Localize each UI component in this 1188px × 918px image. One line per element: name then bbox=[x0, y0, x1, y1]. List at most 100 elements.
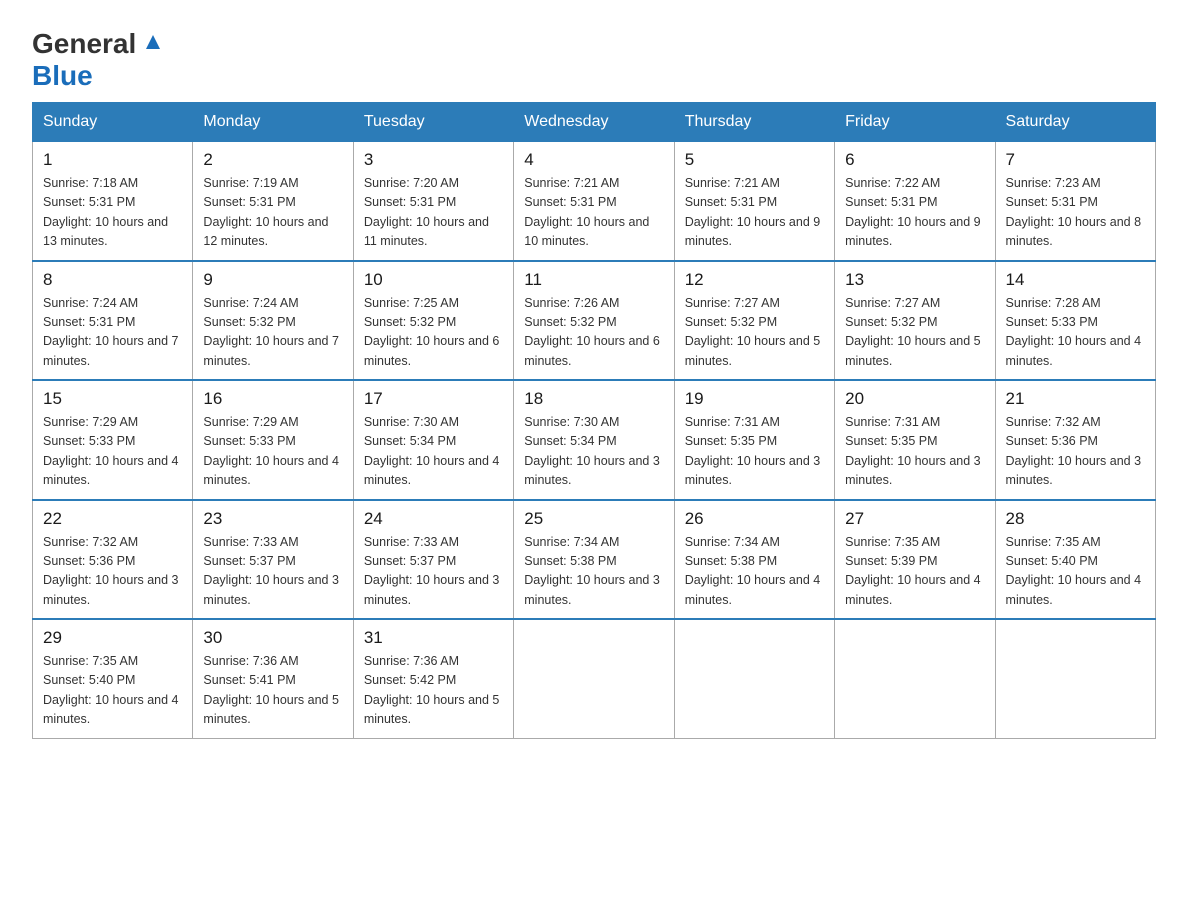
col-header-tuesday: Tuesday bbox=[353, 103, 513, 142]
day-number: 7 bbox=[1006, 150, 1145, 170]
calendar-table: SundayMondayTuesdayWednesdayThursdayFrid… bbox=[32, 102, 1156, 739]
day-number: 24 bbox=[364, 509, 503, 529]
day-info: Sunrise: 7:24 AM Sunset: 5:32 PM Dayligh… bbox=[203, 294, 342, 372]
week-row-4: 22 Sunrise: 7:32 AM Sunset: 5:36 PM Dayl… bbox=[33, 500, 1156, 620]
day-info: Sunrise: 7:18 AM Sunset: 5:31 PM Dayligh… bbox=[43, 174, 182, 252]
day-info: Sunrise: 7:29 AM Sunset: 5:33 PM Dayligh… bbox=[43, 413, 182, 491]
col-header-saturday: Saturday bbox=[995, 103, 1155, 142]
day-info: Sunrise: 7:19 AM Sunset: 5:31 PM Dayligh… bbox=[203, 174, 342, 252]
day-cell: 8 Sunrise: 7:24 AM Sunset: 5:31 PM Dayli… bbox=[33, 261, 193, 381]
day-number: 16 bbox=[203, 389, 342, 409]
day-info: Sunrise: 7:29 AM Sunset: 5:33 PM Dayligh… bbox=[203, 413, 342, 491]
day-number: 18 bbox=[524, 389, 663, 409]
day-cell: 27 Sunrise: 7:35 AM Sunset: 5:39 PM Dayl… bbox=[835, 500, 995, 620]
day-cell: 19 Sunrise: 7:31 AM Sunset: 5:35 PM Dayl… bbox=[674, 380, 834, 500]
logo-blue: Blue bbox=[32, 60, 93, 91]
day-cell bbox=[835, 619, 995, 738]
day-info: Sunrise: 7:30 AM Sunset: 5:34 PM Dayligh… bbox=[524, 413, 663, 491]
day-number: 5 bbox=[685, 150, 824, 170]
day-number: 26 bbox=[685, 509, 824, 529]
logo-general: General bbox=[32, 28, 136, 60]
week-row-2: 8 Sunrise: 7:24 AM Sunset: 5:31 PM Dayli… bbox=[33, 261, 1156, 381]
logo: General Blue bbox=[32, 24, 164, 92]
day-info: Sunrise: 7:32 AM Sunset: 5:36 PM Dayligh… bbox=[1006, 413, 1145, 491]
day-cell: 14 Sunrise: 7:28 AM Sunset: 5:33 PM Dayl… bbox=[995, 261, 1155, 381]
day-number: 25 bbox=[524, 509, 663, 529]
day-info: Sunrise: 7:35 AM Sunset: 5:40 PM Dayligh… bbox=[1006, 533, 1145, 611]
day-number: 14 bbox=[1006, 270, 1145, 290]
day-cell: 16 Sunrise: 7:29 AM Sunset: 5:33 PM Dayl… bbox=[193, 380, 353, 500]
day-info: Sunrise: 7:24 AM Sunset: 5:31 PM Dayligh… bbox=[43, 294, 182, 372]
day-info: Sunrise: 7:28 AM Sunset: 5:33 PM Dayligh… bbox=[1006, 294, 1145, 372]
logo-triangle-icon bbox=[142, 31, 164, 58]
day-number: 6 bbox=[845, 150, 984, 170]
day-number: 27 bbox=[845, 509, 984, 529]
day-info: Sunrise: 7:21 AM Sunset: 5:31 PM Dayligh… bbox=[524, 174, 663, 252]
day-number: 31 bbox=[364, 628, 503, 648]
day-cell bbox=[674, 619, 834, 738]
day-number: 8 bbox=[43, 270, 182, 290]
day-info: Sunrise: 7:31 AM Sunset: 5:35 PM Dayligh… bbox=[845, 413, 984, 491]
day-number: 4 bbox=[524, 150, 663, 170]
day-number: 3 bbox=[364, 150, 503, 170]
day-cell bbox=[514, 619, 674, 738]
day-cell: 23 Sunrise: 7:33 AM Sunset: 5:37 PM Dayl… bbox=[193, 500, 353, 620]
day-number: 12 bbox=[685, 270, 824, 290]
day-cell: 17 Sunrise: 7:30 AM Sunset: 5:34 PM Dayl… bbox=[353, 380, 513, 500]
day-number: 20 bbox=[845, 389, 984, 409]
day-number: 19 bbox=[685, 389, 824, 409]
day-info: Sunrise: 7:35 AM Sunset: 5:39 PM Dayligh… bbox=[845, 533, 984, 611]
day-info: Sunrise: 7:26 AM Sunset: 5:32 PM Dayligh… bbox=[524, 294, 663, 372]
day-info: Sunrise: 7:27 AM Sunset: 5:32 PM Dayligh… bbox=[685, 294, 824, 372]
day-cell: 20 Sunrise: 7:31 AM Sunset: 5:35 PM Dayl… bbox=[835, 380, 995, 500]
day-info: Sunrise: 7:36 AM Sunset: 5:41 PM Dayligh… bbox=[203, 652, 342, 730]
page-header: General Blue bbox=[32, 24, 1156, 92]
day-info: Sunrise: 7:35 AM Sunset: 5:40 PM Dayligh… bbox=[43, 652, 182, 730]
day-info: Sunrise: 7:22 AM Sunset: 5:31 PM Dayligh… bbox=[845, 174, 984, 252]
day-cell: 3 Sunrise: 7:20 AM Sunset: 5:31 PM Dayli… bbox=[353, 142, 513, 261]
day-number: 10 bbox=[364, 270, 503, 290]
day-number: 11 bbox=[524, 270, 663, 290]
day-cell: 24 Sunrise: 7:33 AM Sunset: 5:37 PM Dayl… bbox=[353, 500, 513, 620]
day-info: Sunrise: 7:33 AM Sunset: 5:37 PM Dayligh… bbox=[203, 533, 342, 611]
day-info: Sunrise: 7:32 AM Sunset: 5:36 PM Dayligh… bbox=[43, 533, 182, 611]
day-cell: 30 Sunrise: 7:36 AM Sunset: 5:41 PM Dayl… bbox=[193, 619, 353, 738]
day-cell: 12 Sunrise: 7:27 AM Sunset: 5:32 PM Dayl… bbox=[674, 261, 834, 381]
col-header-monday: Monday bbox=[193, 103, 353, 142]
calendar-header-row: SundayMondayTuesdayWednesdayThursdayFrid… bbox=[33, 103, 1156, 142]
day-number: 13 bbox=[845, 270, 984, 290]
day-info: Sunrise: 7:25 AM Sunset: 5:32 PM Dayligh… bbox=[364, 294, 503, 372]
day-cell bbox=[995, 619, 1155, 738]
day-cell: 2 Sunrise: 7:19 AM Sunset: 5:31 PM Dayli… bbox=[193, 142, 353, 261]
day-cell: 7 Sunrise: 7:23 AM Sunset: 5:31 PM Dayli… bbox=[995, 142, 1155, 261]
day-number: 15 bbox=[43, 389, 182, 409]
day-info: Sunrise: 7:33 AM Sunset: 5:37 PM Dayligh… bbox=[364, 533, 503, 611]
day-cell: 18 Sunrise: 7:30 AM Sunset: 5:34 PM Dayl… bbox=[514, 380, 674, 500]
day-number: 21 bbox=[1006, 389, 1145, 409]
day-info: Sunrise: 7:21 AM Sunset: 5:31 PM Dayligh… bbox=[685, 174, 824, 252]
day-number: 17 bbox=[364, 389, 503, 409]
day-cell: 15 Sunrise: 7:29 AM Sunset: 5:33 PM Dayl… bbox=[33, 380, 193, 500]
day-cell: 22 Sunrise: 7:32 AM Sunset: 5:36 PM Dayl… bbox=[33, 500, 193, 620]
week-row-1: 1 Sunrise: 7:18 AM Sunset: 5:31 PM Dayli… bbox=[33, 142, 1156, 261]
week-row-3: 15 Sunrise: 7:29 AM Sunset: 5:33 PM Dayl… bbox=[33, 380, 1156, 500]
day-cell: 26 Sunrise: 7:34 AM Sunset: 5:38 PM Dayl… bbox=[674, 500, 834, 620]
day-number: 9 bbox=[203, 270, 342, 290]
day-number: 1 bbox=[43, 150, 182, 170]
day-cell: 9 Sunrise: 7:24 AM Sunset: 5:32 PM Dayli… bbox=[193, 261, 353, 381]
day-number: 29 bbox=[43, 628, 182, 648]
day-number: 23 bbox=[203, 509, 342, 529]
col-header-sunday: Sunday bbox=[33, 103, 193, 142]
day-cell: 28 Sunrise: 7:35 AM Sunset: 5:40 PM Dayl… bbox=[995, 500, 1155, 620]
day-cell: 1 Sunrise: 7:18 AM Sunset: 5:31 PM Dayli… bbox=[33, 142, 193, 261]
col-header-friday: Friday bbox=[835, 103, 995, 142]
day-cell: 25 Sunrise: 7:34 AM Sunset: 5:38 PM Dayl… bbox=[514, 500, 674, 620]
day-info: Sunrise: 7:27 AM Sunset: 5:32 PM Dayligh… bbox=[845, 294, 984, 372]
day-cell: 31 Sunrise: 7:36 AM Sunset: 5:42 PM Dayl… bbox=[353, 619, 513, 738]
day-number: 28 bbox=[1006, 509, 1145, 529]
day-info: Sunrise: 7:36 AM Sunset: 5:42 PM Dayligh… bbox=[364, 652, 503, 730]
week-row-5: 29 Sunrise: 7:35 AM Sunset: 5:40 PM Dayl… bbox=[33, 619, 1156, 738]
day-info: Sunrise: 7:34 AM Sunset: 5:38 PM Dayligh… bbox=[685, 533, 824, 611]
day-cell: 6 Sunrise: 7:22 AM Sunset: 5:31 PM Dayli… bbox=[835, 142, 995, 261]
day-number: 22 bbox=[43, 509, 182, 529]
